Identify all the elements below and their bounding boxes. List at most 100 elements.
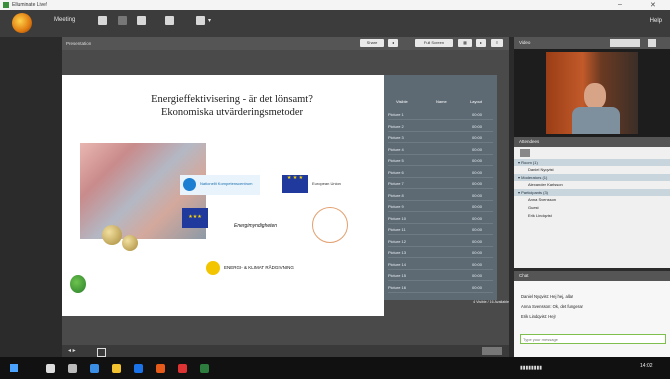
person-icon[interactable] xyxy=(165,16,174,25)
attendee-item[interactable]: Daniel Nyqvist xyxy=(514,166,670,174)
task-view-icon[interactable] xyxy=(68,364,77,373)
attendee-section[interactable]: ▾ Participants (3) xyxy=(514,189,670,196)
close-icon[interactable]: ✕ xyxy=(650,1,656,9)
slide-list-row[interactable]: Picture 15 00:00 xyxy=(388,271,493,281)
slide-time: 00:00 xyxy=(472,238,483,244)
share-button[interactable]: Share xyxy=(360,39,384,47)
play-icon[interactable]: ◂ ▸ xyxy=(68,347,76,354)
layout-icon[interactable] xyxy=(98,16,107,25)
slide-name: Picture 4 xyxy=(388,146,404,152)
attendee-section[interactable]: ▾ Room (1) xyxy=(514,159,670,166)
attendee-item[interactable]: Guest xyxy=(514,204,670,212)
zoom-control[interactable] xyxy=(482,347,502,355)
attendee-section[interactable]: ▾ Moderators (1) xyxy=(514,174,670,181)
slide-list-row[interactable]: Picture 8 00:00 xyxy=(388,191,493,201)
chat-message: Erik Lindqvist: Hej! xyxy=(521,314,556,319)
slide-title-line2: Ekonomiska utvärderingsmetoder xyxy=(160,107,303,118)
slide-time: 00:00 xyxy=(472,250,483,255)
slide-list-row[interactable]: Picture 13 00:00 xyxy=(388,248,493,258)
presentation-title: Presentation xyxy=(66,41,92,46)
fullscreen-button[interactable]: Full Screen xyxy=(415,39,453,47)
slide-time: 00:00 xyxy=(472,284,483,290)
slide-list-row[interactable]: Picture 10 00:00 xyxy=(388,214,493,224)
col-header-visible: Visible xyxy=(396,99,408,104)
app-icon xyxy=(3,2,9,8)
chat-input[interactable] xyxy=(520,334,666,344)
slide-list-row[interactable]: Picture 3 00:00 xyxy=(388,133,493,143)
slide-time: 00:00 xyxy=(472,273,483,278)
presentation-bottom-bar: ◂ ▸ xyxy=(62,345,509,357)
prev-icon[interactable]: ◂ xyxy=(388,39,398,47)
app-icon[interactable] xyxy=(200,364,209,373)
slide-time: 00:00 xyxy=(472,181,483,186)
slide-list-row[interactable]: Picture 2 00:00 xyxy=(388,122,493,132)
store-icon[interactable] xyxy=(134,364,143,373)
slide-list-row[interactable]: Picture 12 00:00 xyxy=(388,237,493,247)
slide-time: 00:00 xyxy=(472,169,483,175)
video-size-button[interactable] xyxy=(610,39,640,47)
attendee-icon[interactable] xyxy=(520,149,530,157)
slide-list-row[interactable]: Picture 4 00:00 xyxy=(388,145,493,155)
chat-header: Chat xyxy=(514,271,670,281)
slide-list-row[interactable]: Picture 5 00:00 xyxy=(388,156,493,166)
grid-icon[interactable]: ▦ xyxy=(458,39,472,47)
attendee-item[interactable]: Alexander Karlsson xyxy=(514,181,670,189)
fit-icon[interactable] xyxy=(97,348,106,357)
slide-list-row[interactable]: Picture 9 00:00 xyxy=(388,202,493,212)
meeting-menu[interactable]: Meeting xyxy=(54,17,75,23)
arrow-icon[interactable]: ▸ xyxy=(476,39,486,47)
coin-image xyxy=(102,225,122,245)
slide-name: Picture 14 xyxy=(388,261,407,267)
slide-list-row[interactable]: Picture 11 00:00 xyxy=(388,225,493,235)
slide-name: Picture 6 xyxy=(388,169,404,175)
edge-icon[interactable] xyxy=(90,364,99,373)
slide-name: Picture 13 xyxy=(388,250,407,255)
video-settings-icon[interactable] xyxy=(648,39,656,47)
app-logo xyxy=(12,13,32,33)
slide-name: Picture 9 xyxy=(388,204,404,209)
window-title: Elluminate Live! xyxy=(12,2,48,8)
windows-start-icon[interactable] xyxy=(10,364,18,372)
attendees-toolbar xyxy=(514,147,670,159)
slide-time: 00:00 xyxy=(472,146,483,152)
slide-name: Picture 2 xyxy=(388,123,404,129)
attendee-item[interactable]: Anna Svensson xyxy=(514,196,670,204)
settings-icon[interactable] xyxy=(196,16,205,25)
folder-icon[interactable] xyxy=(112,364,121,373)
slide-list-footer: 4 Visible / 16 Available xyxy=(473,300,509,304)
energimyndigheten-logo: Energimyndigheten xyxy=(234,223,278,229)
slide-list-row[interactable]: Picture 14 00:00 xyxy=(388,260,493,270)
green-globe-logo xyxy=(70,275,86,293)
slide-list-row[interactable]: Picture 7 00:00 xyxy=(388,179,493,189)
slide-title: Energieffektivisering - är det lönsamt? … xyxy=(84,93,380,119)
speaker-icon[interactable] xyxy=(118,16,127,25)
slide-list-panel: Visible Name Layout Picture 1 00:00 Pictur… xyxy=(384,75,497,300)
minimize-button[interactable]: – xyxy=(618,1,622,8)
slide-name: Picture 8 xyxy=(388,192,404,198)
slide-list-row[interactable]: Picture 1 00:00 xyxy=(388,110,493,120)
menu-icon[interactable]: ≡ xyxy=(491,39,503,47)
slide-name: Picture 12 xyxy=(388,238,407,244)
video-title: Video xyxy=(519,40,531,45)
chevron-down-icon[interactable]: ▾ xyxy=(208,17,211,24)
attendee-item[interactable]: Erik Lindqvist xyxy=(514,212,670,220)
slide-name: Picture 16 xyxy=(388,284,407,290)
search-icon[interactable] xyxy=(46,364,55,373)
round-logo xyxy=(312,207,348,243)
elluminate-icon[interactable] xyxy=(156,364,165,373)
slide-time: 00:00 xyxy=(472,135,483,140)
tray-icons: ▮▮▮▮▮▮▮▮ xyxy=(520,365,543,371)
slide-name: Picture 10 xyxy=(388,215,407,221)
slide-list-row[interactable]: Picture 16 00:00 xyxy=(388,283,493,293)
kompetenscentrum-logo: Nationellt Kompetenscentrum xyxy=(180,175,260,195)
attendees-header: Attendees xyxy=(514,137,670,147)
help-button[interactable]: Help xyxy=(650,18,662,24)
slide-name: Picture 1 xyxy=(388,112,404,117)
app-icon[interactable] xyxy=(178,364,187,373)
windows-taskbar xyxy=(0,357,670,379)
slide-name: Picture 15 xyxy=(388,273,407,278)
chat-title: Chat xyxy=(519,273,529,278)
microphone-icon[interactable] xyxy=(137,16,146,25)
slide-list-row[interactable]: Picture 6 00:00 xyxy=(388,168,493,178)
chat-message: Daniel Nyqvist: Hej hej, alla! xyxy=(521,294,574,299)
